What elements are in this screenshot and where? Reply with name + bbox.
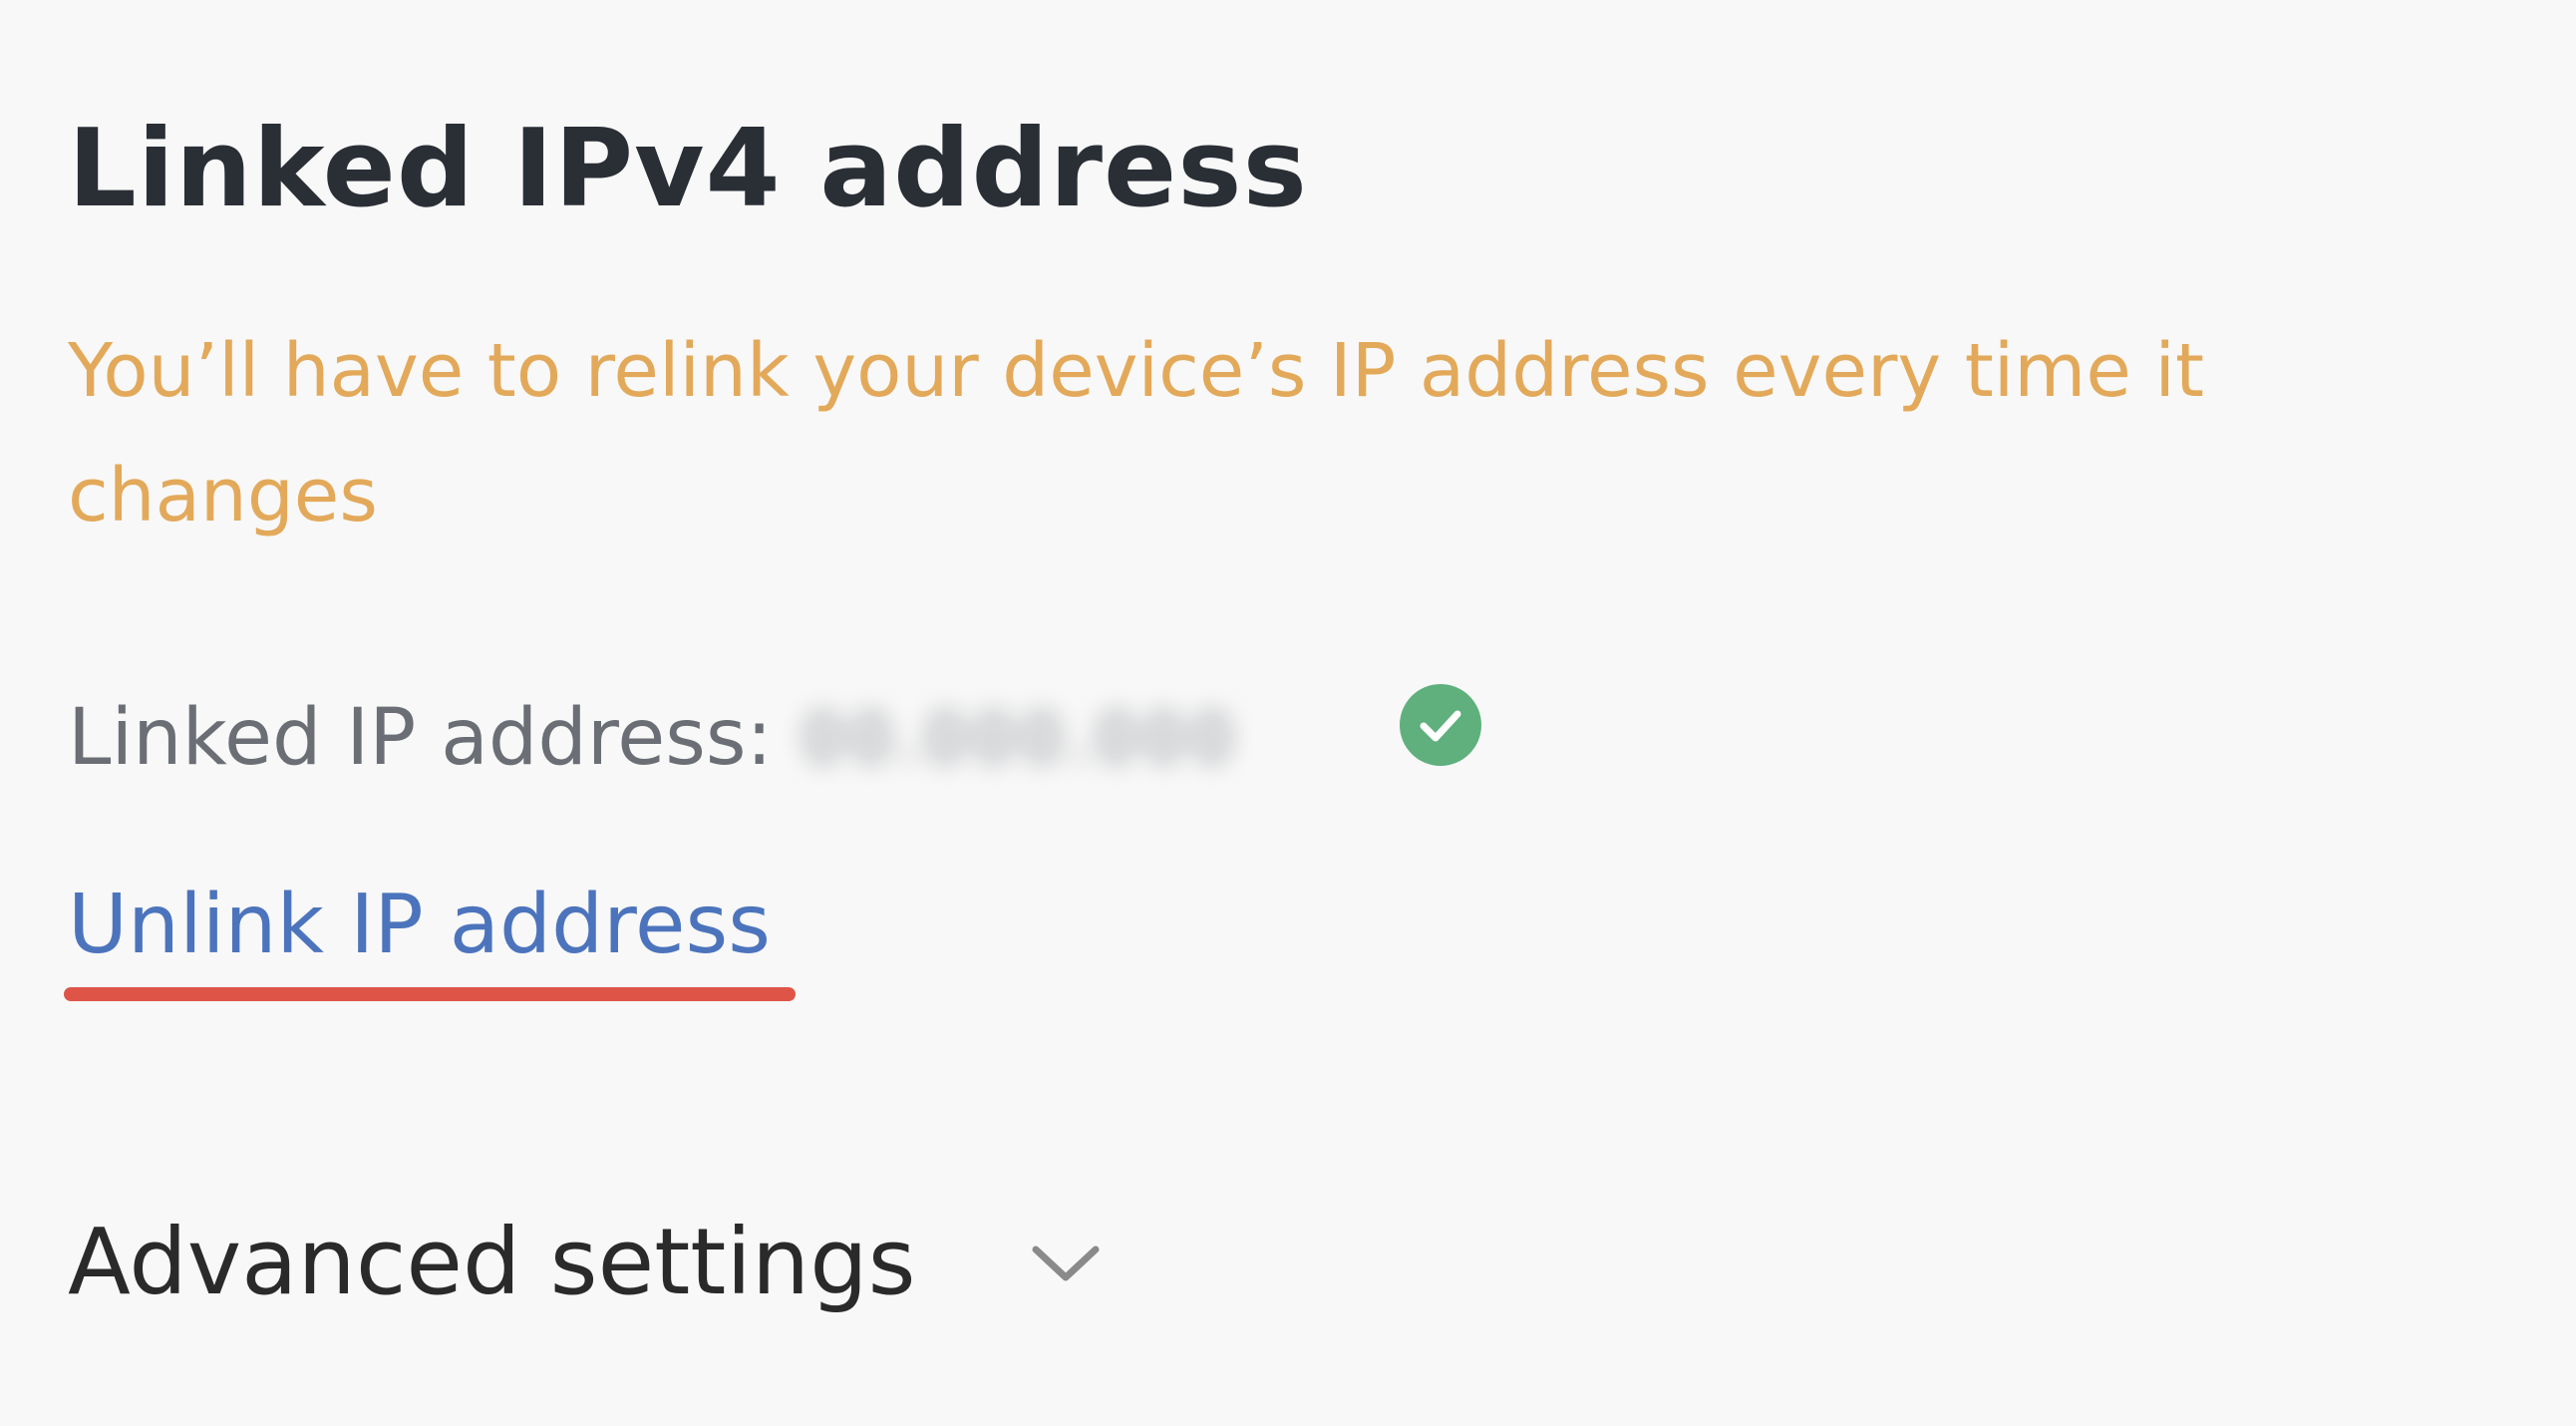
section-title: Linked IPv4 address (68, 107, 1308, 231)
linked-ip-label: Linked IP address: (68, 693, 773, 783)
chevron-down-icon (1032, 1246, 1100, 1281)
linked-ip-panel: Linked IPv4 address You’ll have to relin… (0, 0, 2576, 1426)
highlight-underline (64, 987, 796, 1001)
relink-warning: You’ll have to relink your device’s IP a… (68, 328, 2205, 538)
advanced-settings-toggle[interactable]: Advanced settings (68, 1197, 1106, 1326)
linked-ip-row: Linked IP address: 00.000.000 (68, 678, 1239, 798)
linked-ip-value: 00.000.000 (802, 699, 1239, 777)
check-circle-icon (1400, 684, 1481, 766)
advanced-settings-label: Advanced settings (68, 1208, 916, 1315)
unlink-ip-link[interactable]: Unlink IP address (68, 878, 771, 972)
